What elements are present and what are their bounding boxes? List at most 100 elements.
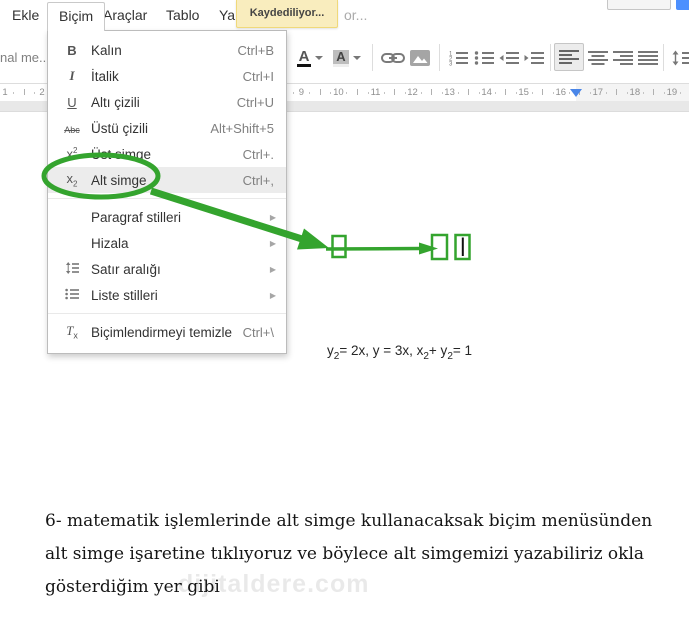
menu-item-label: Kalın (91, 42, 122, 58)
menu-araclar[interactable]: Araçlar (103, 0, 147, 30)
align-center-button[interactable] (585, 45, 611, 71)
format-menu-item-liste-stilleri[interactable]: Liste stilleri ▶ (48, 282, 286, 308)
bold-icon: B (67, 42, 77, 58)
equation-text: y2= 2x, y = 3x, x2+ y2= 1 (327, 343, 473, 362)
ruler-number: 18 (629, 87, 641, 98)
menu-item-label: Paragraf stilleri (91, 209, 182, 225)
ruler-number: 9 (298, 87, 305, 98)
ruler-tick (505, 89, 507, 95)
list-styles-icon (59, 288, 85, 303)
italic-icon: I (69, 68, 75, 83)
ruler-number: 12 (407, 87, 418, 98)
ruler-number: 14 (481, 87, 492, 98)
format-menu-item-st-izili[interactable]: Abc Üstü çizili Alt+Shift+5 (48, 115, 286, 141)
menu-item-shortcut: Ctrl+I (242, 68, 274, 84)
submenu-arrow-icon: ▶ (269, 264, 276, 274)
ruler-dot (552, 92, 554, 94)
ruler-dot (293, 92, 295, 94)
menu-item-label: Üstü çizili (91, 120, 149, 136)
ruler-dot (404, 92, 406, 94)
ruler-dot (515, 92, 517, 94)
menu-item-label: Hizala (91, 235, 129, 251)
submenu-arrow-icon: ▶ (269, 238, 276, 248)
insert-image-button[interactable] (407, 45, 433, 71)
subscript-icon: x2 (66, 171, 78, 189)
paragraph-text: 6- matematik işlemlerinde alt simge kull… (45, 505, 655, 604)
right-indent-marker[interactable] (569, 89, 582, 97)
increase-indent-icon (524, 52, 544, 64)
submenu-arrow-icon: ▶ (269, 290, 276, 300)
format-menu-item-kal-n[interactable]: B Kalın Ctrl+B (48, 37, 286, 63)
toolbar-separator (550, 44, 551, 71)
ruler-number: 16 (555, 87, 567, 98)
format-menu-item-bi-imlendirmeyi-temizle[interactable]: Tx Biçimlendirmeyi temizle Ctrl+\ (48, 319, 286, 345)
highlight-color-button[interactable]: A (331, 45, 363, 71)
ruler-dot (34, 92, 36, 94)
line-spacing-button[interactable] (669, 45, 689, 71)
format-menu-item-alt-izili[interactable]: U Altı çizili Ctrl+U (48, 89, 286, 115)
google-docs-window: Ekle Araçlar Tablo Yard or... Biçim Kayd… (0, 0, 689, 642)
ruler-dot (346, 92, 348, 94)
menu-item-label: Alt simge (91, 172, 147, 188)
ruler-dot (420, 92, 422, 94)
format-menu-item-st-simge[interactable]: x2 Üst simge Ctrl+. (48, 141, 286, 167)
paragraph-style-dropdown[interactable]: nal me... (0, 45, 50, 71)
bulleted-list-button[interactable] (471, 45, 497, 71)
ruler-tick (616, 89, 618, 95)
ruler-number: 17 (592, 87, 604, 98)
ruler-dot (13, 92, 14, 94)
ruler-number: 2 (39, 87, 45, 98)
align-left-button[interactable] (554, 43, 584, 71)
menu-item-shortcut: Alt+Shift+5 (210, 120, 274, 136)
ruler-dot (478, 92, 480, 94)
ruler-tick (394, 89, 396, 95)
menu-separator (48, 198, 286, 199)
format-menu-item-hizala[interactable]: Hizala ▶ (48, 230, 286, 256)
menu-item-shortcut: Ctrl+\ (242, 324, 274, 340)
svg-text:3: 3 (449, 62, 453, 67)
align-center-icon (588, 51, 608, 65)
ruler-dot (383, 92, 385, 94)
ruler-tick (23, 89, 25, 95)
bulleted-list-icon (474, 51, 494, 65)
ruler-tick (319, 89, 321, 95)
highlight-color-icon: A (333, 49, 349, 67)
menu-bicim[interactable]: Biçim (47, 2, 106, 31)
menu-item-label: Satır aralığı (91, 261, 161, 277)
menu-item-label: Üst simge (91, 146, 152, 162)
ruler-dot (330, 92, 332, 94)
ruler-dot (605, 92, 607, 94)
format-menu-item-sat-r-aral[interactable]: Satır aralığı ▶ (48, 256, 286, 282)
format-menu-item-paragraf-stilleri[interactable]: Paragraf stilleri ▶ (48, 204, 286, 230)
saving-status-text: or... (344, 7, 368, 23)
submenu-arrow-icon: ▶ (269, 212, 276, 222)
menu-item-label: Biçimlendirmeyi temizle (91, 324, 233, 340)
numbered-list-button[interactable]: 123 (445, 45, 471, 71)
justify-button[interactable] (635, 45, 661, 71)
menu-tablo[interactable]: Tablo (166, 0, 199, 30)
text-color-icon: A (296, 47, 312, 67)
menu-item-shortcut: Ctrl+, (242, 172, 274, 188)
align-left-icon (559, 50, 579, 64)
insert-link-button[interactable] (379, 45, 407, 71)
decrease-indent-button[interactable] (496, 45, 522, 71)
ruler-dot (441, 92, 443, 94)
comments-button-fragment[interactable] (607, 0, 671, 10)
ruler-dot (457, 92, 459, 94)
menu-item-shortcut: Ctrl+U (236, 94, 274, 110)
align-right-button[interactable] (610, 45, 636, 71)
link-icon (381, 53, 405, 63)
chevron-down-icon (315, 56, 324, 60)
format-menu-item-alt-simge[interactable]: x2 Alt simge Ctrl+, (48, 167, 286, 193)
ruler-tick (542, 89, 544, 95)
format-menu-item-i-talik[interactable]: I İtalik Ctrl+I (48, 63, 286, 89)
share-button-fragment[interactable] (676, 0, 689, 10)
increase-indent-button[interactable] (521, 45, 547, 71)
ruler-number: 1 (2, 87, 8, 98)
text-color-button[interactable]: A (295, 45, 325, 71)
ruler-dot (531, 92, 533, 94)
menu-ekle[interactable]: Ekle (12, 0, 39, 30)
ruler-tick (468, 89, 470, 95)
ruler-number: 19 (666, 87, 678, 98)
menu-separator (48, 313, 286, 314)
